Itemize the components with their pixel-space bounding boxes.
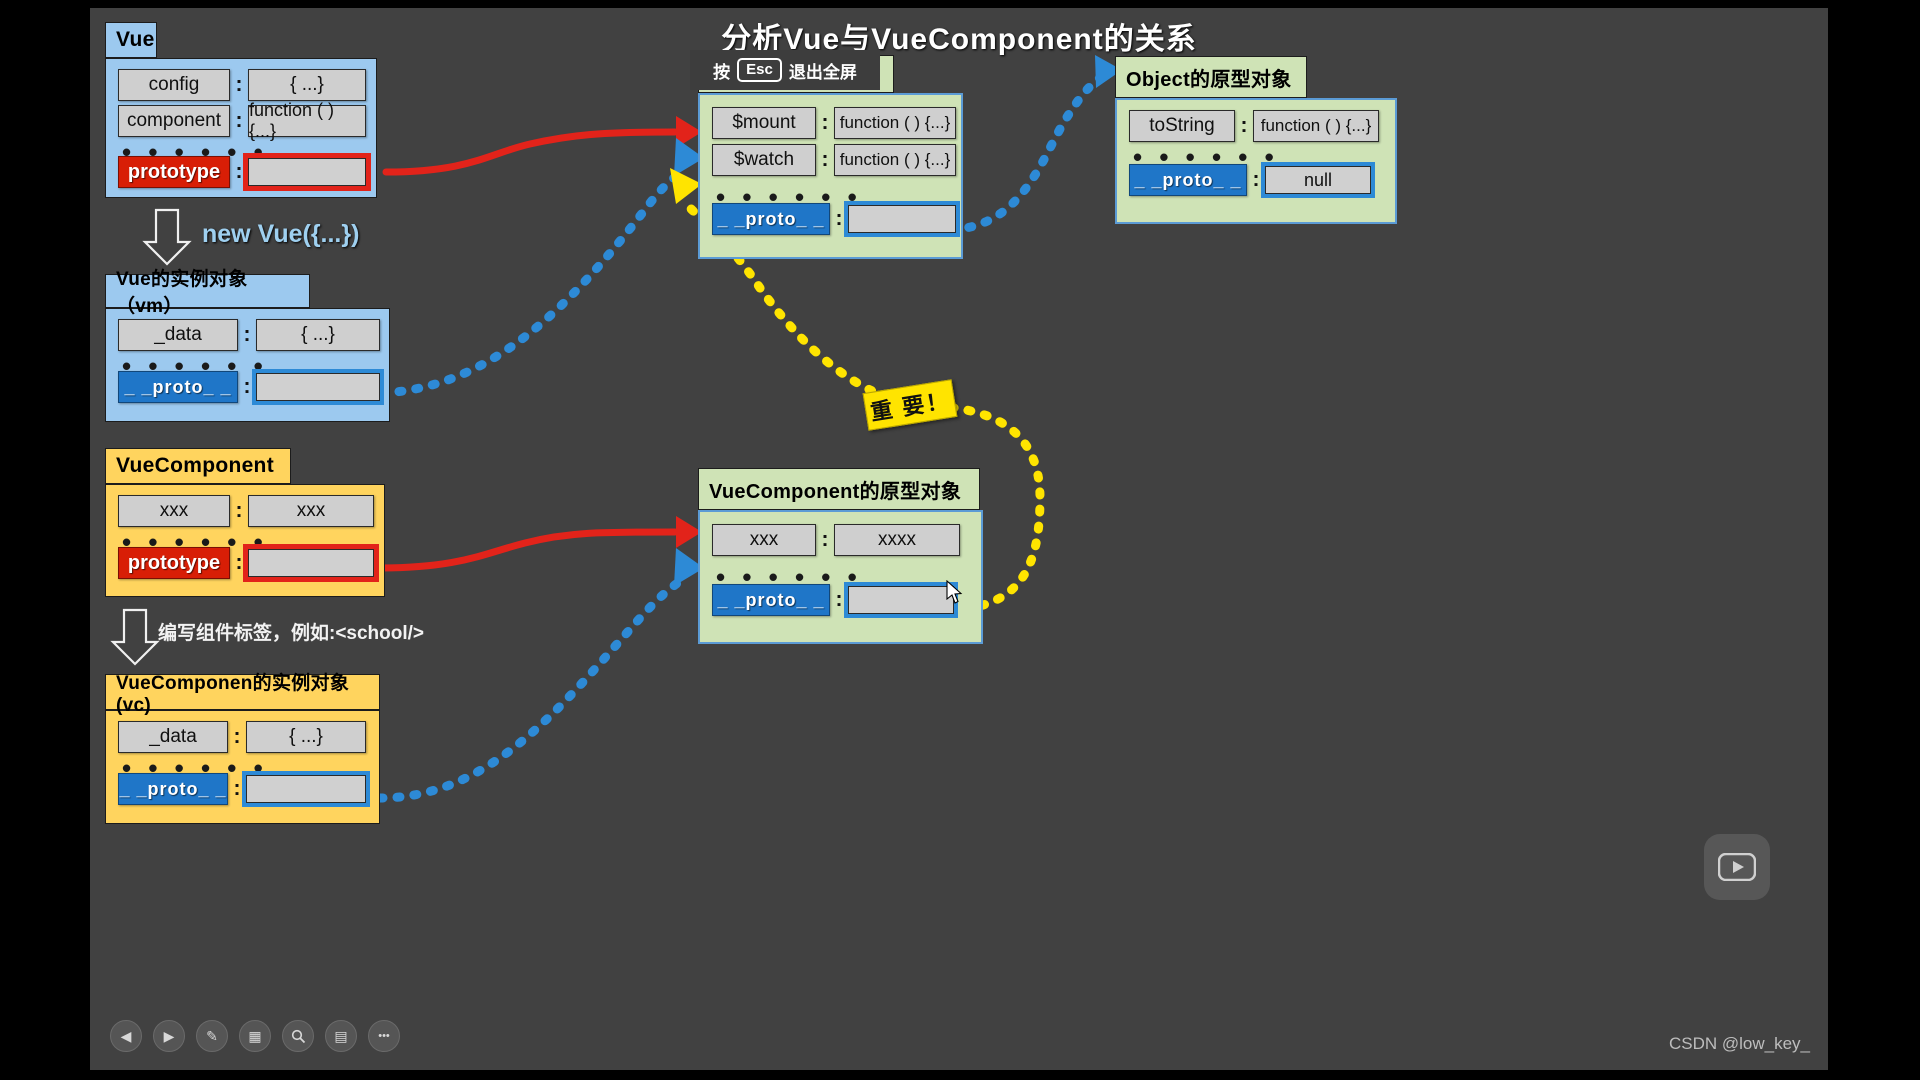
kv-colon: : [233,725,241,748]
kv-colon: : [821,528,829,551]
proto-key: _ _proto_ _ [118,773,228,805]
kv-value: { ...} [248,69,366,101]
magnifier-glyph [291,1029,305,1043]
kv-key: _data [118,319,238,351]
kv-key: config [118,69,230,101]
panel-body-vuecomponent-prototype: xxx : xxxx • • • • • • _ _proto_ _ : [698,510,983,644]
annotation-write-tag: 编写组件标签，例如:<school/> [158,623,425,644]
kv-colon: : [235,109,243,132]
pen-icon[interactable]: ✎ [196,1020,228,1052]
kv-value: xxx [248,495,374,527]
kv-colon: : [835,207,843,230]
down-arrow-new-vue [142,208,192,266]
slide-canvas: 分析Vue与VueComponent的关系 Vue config : { ...… [90,8,1828,1070]
kv-value: function ( ) {...} [1253,110,1379,142]
proto-key: _ _proto_ _ [1129,164,1247,196]
panel-header-vuecomponent-prototype: VueComponent的原型对象 [698,468,980,510]
magnifier-icon[interactable] [282,1020,314,1052]
kv-colon: : [235,73,243,96]
kv-colon: : [821,111,829,134]
watermark: CSDN @low_key_ [1668,1034,1810,1053]
more-icon[interactable]: ••• [368,1020,400,1052]
panel-header-vm: Vue的实例对象（vm） [105,269,310,317]
panel-body-object-prototype: toString : function ( ) {...} • • • • • … [1115,98,1397,224]
kv-value: xxxx [834,524,960,556]
ellipsis: • • • • • • [716,182,862,212]
kv-value: { ...} [256,319,380,351]
proto-value [844,582,958,618]
kv-colon: : [235,499,243,522]
kv-colon: : [243,375,251,398]
kv-colon: : [243,323,251,346]
kv-value: function ( ) {...} [834,107,956,139]
proto-value [252,369,384,405]
play-icon [1718,853,1756,881]
panel-body-vue-prototype: $mount : function ( ) {...} $watch : fun… [698,93,963,259]
prototype-key: prototype [118,547,230,579]
ellipsis: • • • • • • [122,527,268,557]
ellipsis: • • • • • • [122,351,268,381]
back-icon[interactable]: ◀ [110,1020,142,1052]
proto-value [844,201,960,237]
kv-key: xxx [712,524,816,556]
ellipsis: • • • • • • [1133,142,1279,172]
ellipsis: • • • • • • [122,753,268,783]
proto-key: _ _proto_ _ [118,371,238,403]
kv-colon: : [1252,168,1260,191]
ellipsis: • • • • • • [716,562,862,592]
panel-body-vue: config : { ...} component : function ( )… [105,58,377,198]
mouse-cursor [946,580,963,604]
kv-value: function ( ) {...} [248,100,366,141]
panel-body-vuecomponent: xxx : xxx • • • • • • prototype : [105,484,385,597]
screen: 分析Vue与VueComponent的关系 Vue config : { ...… [0,0,1920,1080]
kv-key: $watch [712,144,816,176]
esc-hint-prefix: 按 [713,62,731,82]
whiteboard-icon[interactable]: ▤ [325,1020,357,1052]
panel-body-vc: _data : { ...} • • • • • • _ _proto_ _ : [105,710,380,824]
kv-key: component [118,105,230,137]
kv-key: _data [118,721,228,753]
play-badge[interactable] [1704,834,1770,900]
bottom-toolbar: ◀ ▶ ✎ ▦ ▤ ••• [110,1020,400,1052]
page-title: 分析Vue与VueComponent的关系 [721,23,1197,56]
proto-value: null [1261,162,1375,198]
kv-key: xxx [118,495,230,527]
exit-fullscreen-hint: 按 Esc 退出全屏 [690,50,880,90]
kv-colon: : [1240,114,1248,137]
kv-colon: : [233,777,241,800]
panel-header-vuecomponent: VueComponent [105,448,291,484]
esc-hint-suffix: 退出全屏 [788,62,857,82]
proto-key: _ _proto_ _ [712,584,830,616]
kv-key: toString [1129,110,1235,142]
esc-key-badge: Esc [737,58,782,82]
annotation-new-vue: new Vue({...}) [202,220,360,248]
kv-colon: : [835,588,843,611]
forward-icon[interactable]: ▶ [153,1020,185,1052]
layout-icon[interactable]: ▦ [239,1020,271,1052]
important-badge: 重 要！ [862,379,958,431]
kv-value: { ...} [246,721,366,753]
kv-colon: : [235,160,243,183]
prototype-value [243,544,379,582]
prototype-key: prototype [118,156,230,188]
prototype-value [243,153,371,191]
down-arrow-write-tag [110,608,160,666]
kv-value: function ( ) {...} [834,144,956,176]
panel-header-object-prototype: Object的原型对象 [1115,56,1307,98]
panel-header-vc: VueComponen的实例对象(vc) [105,673,380,716]
kv-key: $mount [712,107,816,139]
kv-colon: : [821,148,829,171]
panel-body-vm: _data : { ...} • • • • • • _ _proto_ _ : [105,308,390,422]
proto-value [242,771,370,807]
kv-colon: : [235,551,243,574]
proto-key: _ _proto_ _ [712,203,830,235]
